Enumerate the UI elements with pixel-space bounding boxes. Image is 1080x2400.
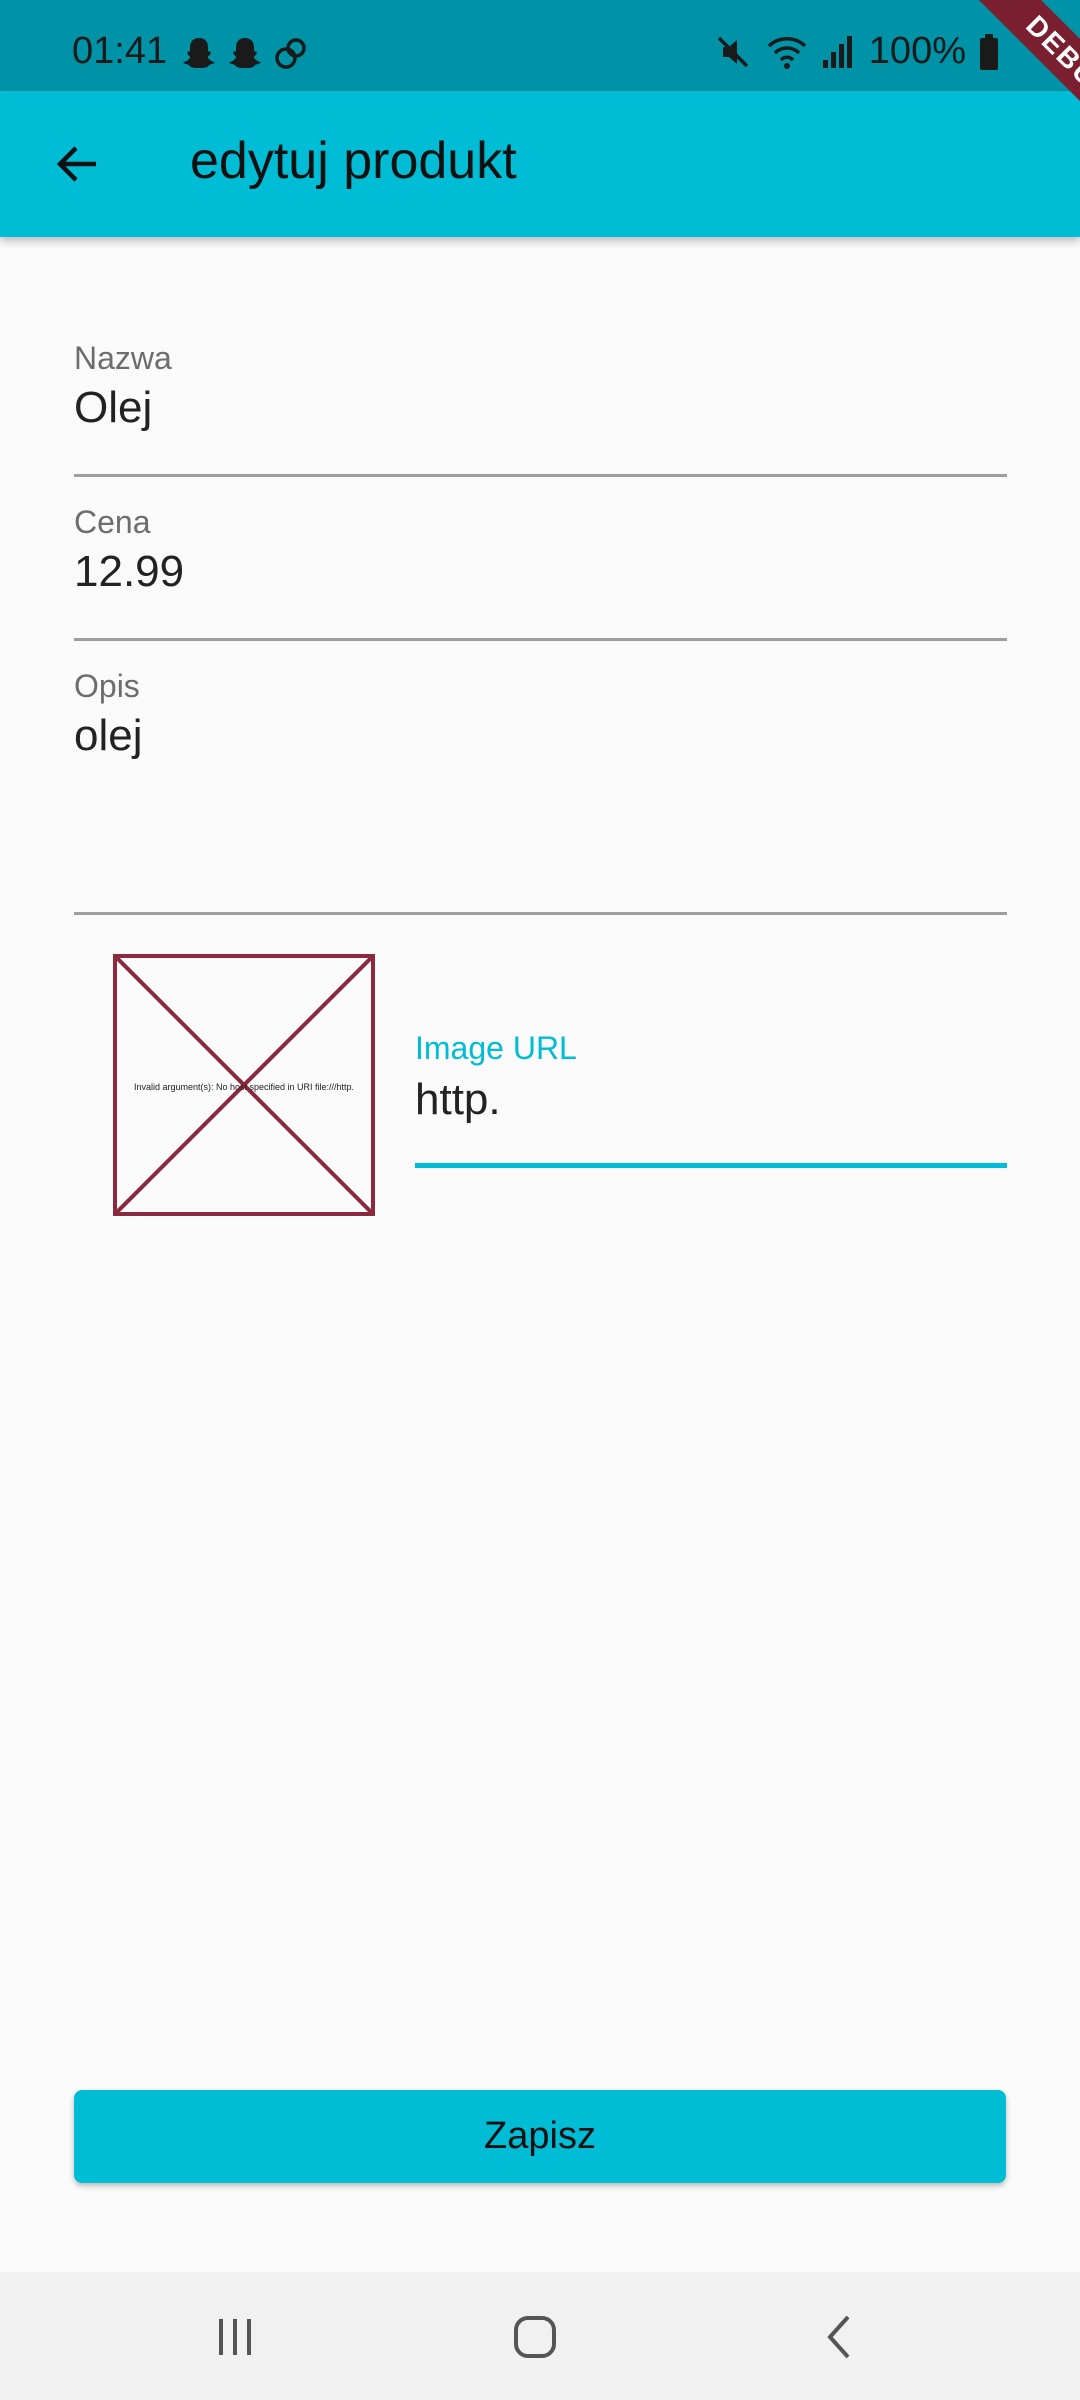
image-error-text: Invalid argument(s): No host specified i… bbox=[133, 1082, 355, 1092]
price-field-value[interactable]: 12.99 bbox=[74, 547, 1007, 597]
arrow-left-icon bbox=[56, 146, 96, 182]
wifi-icon bbox=[767, 36, 807, 69]
signal-icon bbox=[822, 35, 852, 68]
mute-icon bbox=[717, 36, 749, 67]
link-icon bbox=[275, 38, 306, 69]
price-field-underline bbox=[74, 638, 1007, 641]
snapchat-icon bbox=[183, 38, 215, 68]
navigation-bar bbox=[0, 2272, 1080, 2400]
price-field[interactable]: Cena 12.99 bbox=[74, 504, 1007, 642]
name-field-underline bbox=[74, 474, 1007, 477]
description-field-underline bbox=[74, 912, 1007, 915]
back-button[interactable] bbox=[40, 128, 112, 200]
page-title: edytuj produkt bbox=[190, 132, 517, 190]
home-button[interactable] bbox=[495, 2302, 575, 2372]
name-field[interactable]: Nazwa Olej bbox=[74, 340, 1007, 478]
status-right: 100% bbox=[713, 30, 1000, 73]
recent-apps-icon bbox=[219, 2319, 251, 2355]
snapchat-icon bbox=[229, 38, 261, 68]
home-icon bbox=[514, 2316, 556, 2358]
description-field-value[interactable]: olej bbox=[74, 711, 1007, 761]
chevron-left-icon bbox=[827, 2315, 850, 2359]
notification-icons bbox=[180, 34, 310, 72]
status-time: 01:41 bbox=[72, 30, 168, 72]
status-bar: 01:41 100% bbox=[0, 0, 1080, 91]
name-field-label: Nazwa bbox=[74, 340, 172, 376]
save-button[interactable]: Zapisz bbox=[74, 2090, 1006, 2183]
system-back-button[interactable] bbox=[800, 2302, 880, 2372]
app-bar: edytuj produkt bbox=[0, 91, 1080, 237]
recent-apps-button[interactable] bbox=[195, 2302, 275, 2372]
image-url-input[interactable]: http. bbox=[415, 1075, 1007, 1125]
battery-percentage: 100% bbox=[868, 30, 966, 72]
description-field-label: Opis bbox=[74, 668, 140, 704]
image-preview: Invalid argument(s): No host specified i… bbox=[113, 954, 375, 1216]
image-url-label: Image URL bbox=[415, 1030, 577, 1066]
battery-icon bbox=[980, 33, 998, 70]
image-url-field[interactable]: Image URL http. bbox=[415, 1030, 1007, 1170]
price-field-label: Cena bbox=[74, 504, 151, 540]
description-field[interactable]: Opis olej bbox=[74, 668, 1007, 916]
image-url-underline bbox=[415, 1163, 1007, 1168]
name-field-value[interactable]: Olej bbox=[74, 383, 1007, 433]
